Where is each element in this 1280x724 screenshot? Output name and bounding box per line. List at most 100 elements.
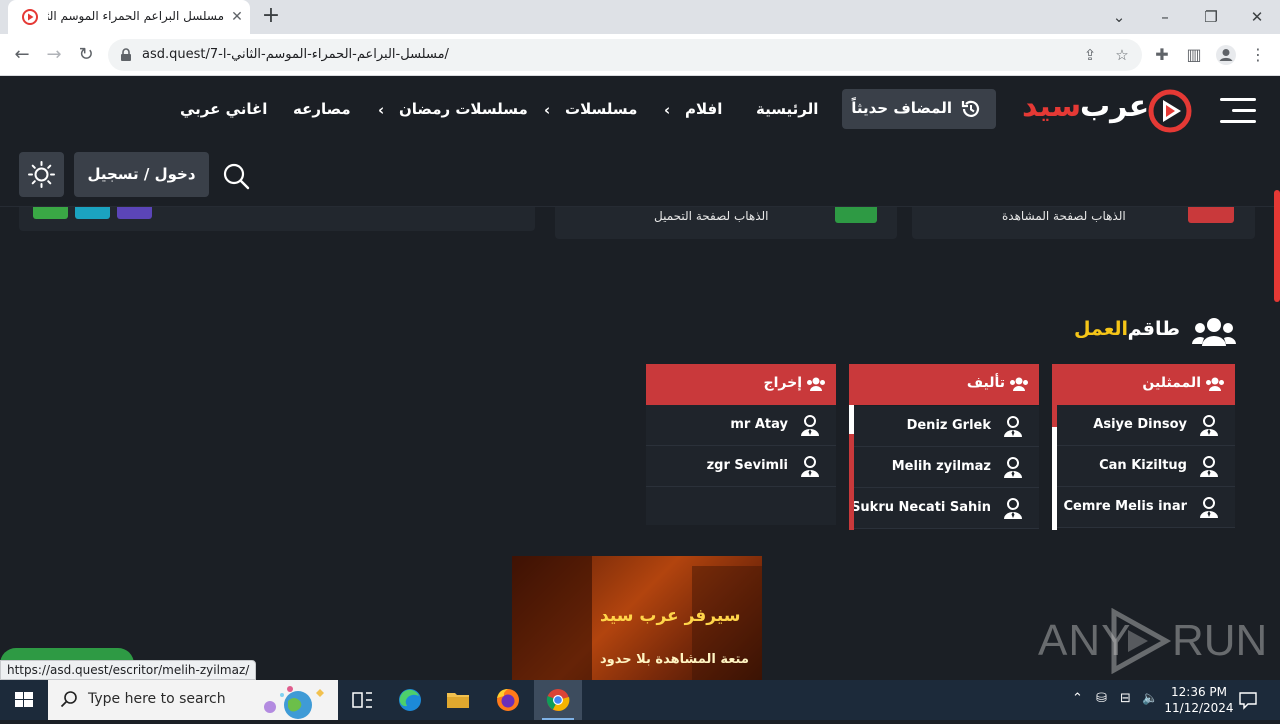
restore-button[interactable]: ❐ <box>1196 4 1226 30</box>
profile-avatar-icon[interactable] <box>1214 43 1238 67</box>
download-panel[interactable]: الذهاب لصفحة التحميل <box>555 207 897 239</box>
column-scroll-track <box>1052 427 1057 530</box>
crew-row[interactable]: Melih zyilmaz <box>849 447 1039 488</box>
download-link-text[interactable]: الذهاب لصفحة التحميل <box>654 209 769 223</box>
crew-row-empty <box>646 487 836 525</box>
anyrun-watermark: ANY RUN <box>1038 608 1267 674</box>
crew-row[interactable]: Deniz Grlek <box>849 406 1039 447</box>
edge-browser-icon[interactable] <box>386 680 434 720</box>
share-chip-purple[interactable] <box>117 207 152 219</box>
crew-person-name[interactable]: mr Atay <box>730 417 788 432</box>
nav-series[interactable]: مسلسلات <box>565 100 637 118</box>
lock-icon <box>121 48 131 61</box>
user-tie-icon <box>1004 498 1022 519</box>
clock-time: 12:36 PM <box>1171 685 1227 699</box>
login-register-button[interactable]: دخول / تسجيل <box>74 152 209 197</box>
tray-device-icon[interactable]: ⛁ <box>1096 691 1107 706</box>
network-icon[interactable]: ⊟ <box>1120 691 1131 706</box>
notifications-icon[interactable] <box>1238 690 1258 710</box>
crew-person-name[interactable]: Asiye Dinsoy <box>1093 417 1187 432</box>
chrome-icon[interactable] <box>534 680 582 720</box>
back-icon[interactable]: ← <box>10 43 34 67</box>
crew-person-name[interactable]: Melih zyilmaz <box>892 459 991 474</box>
crew-person-name[interactable]: Can Kiziltug <box>1099 458 1187 473</box>
new-tab-button[interactable]: + <box>260 5 282 28</box>
theme-toggle-button[interactable] <box>19 152 64 197</box>
search-icon[interactable] <box>222 162 250 190</box>
browser-tab-strip: مسلسل البراعم الحمراء الموسم الثا ✕ + ⌄ … <box>0 0 1280 34</box>
tab-search-icon[interactable]: ⌄ <box>1104 4 1134 30</box>
crew-row[interactable]: Sukru Necati Sahin <box>849 488 1039 529</box>
page-scrollbar-thumb[interactable] <box>1274 190 1280 302</box>
watch-panel[interactable]: الذهاب لصفحة المشاهدة <box>912 207 1255 239</box>
nav-wrestling[interactable]: مصارعه <box>293 100 351 118</box>
browser-menu-icon[interactable]: ⋮ <box>1246 43 1270 67</box>
windows-taskbar: Type here to search ⌃ ⛁ ⊟ 🔈 12:36 PM 11/… <box>0 680 1280 720</box>
bookmark-star-icon[interactable]: ☆ <box>1112 45 1132 65</box>
tray-chevron-icon[interactable]: ⌃ <box>1072 691 1083 706</box>
logo-text-main: عرب <box>1080 89 1150 124</box>
recently-added-label: المضاف حديثاً <box>851 99 952 117</box>
crew-row[interactable]: Cemre Melis inar <box>1052 487 1235 528</box>
address-bar[interactable]: asd.quest/7-مسلسل-البراعم-الحمراء-الموسم… <box>108 39 1142 71</box>
crew-person-name[interactable]: Deniz Grlek <box>907 418 991 433</box>
users-icon <box>1206 377 1224 391</box>
chevron-left-icon: ‹ <box>544 101 551 119</box>
url-text: asd.quest/7-مسلسل-البراعم-الحمراء-الموسم… <box>142 47 449 62</box>
crew-column-writing: تأليف Deniz Grlek Melih zyilmaz Sukru Ne… <box>849 364 1039 529</box>
crew-row[interactable]: Can Kiziltug <box>1052 446 1235 487</box>
menu-icon[interactable] <box>1220 98 1256 124</box>
browser-tab[interactable]: مسلسل البراعم الحمراء الموسم الثا ✕ <box>8 0 250 34</box>
nav-home[interactable]: الرئيسية <box>756 100 818 118</box>
browser-toolbar: ← → ↻ asd.quest/7-مسلسل-البراعم-الحمراء-… <box>0 34 1280 76</box>
share-chip-teal[interactable] <box>75 207 110 219</box>
nav-movies[interactable]: افلام <box>685 100 722 118</box>
crew-person-name[interactable]: Cemre Melis inar <box>1064 499 1187 514</box>
side-panel-icon[interactable]: ▥ <box>1182 43 1206 67</box>
recently-added-button[interactable]: المضاف حديثاً <box>842 89 996 129</box>
column-scroll-indicator <box>849 434 854 530</box>
firefox-icon[interactable] <box>482 680 530 720</box>
crew-column-header: تأليف <box>849 364 1039 405</box>
crew-column-cast: الممثلين Asiye Dinsoy Can Kiziltug Cemre… <box>1052 364 1235 528</box>
minimize-button[interactable]: – <box>1150 4 1180 30</box>
extensions-icon[interactable]: ✚ <box>1150 43 1174 67</box>
reload-icon[interactable]: ↻ <box>74 43 98 67</box>
crew-person-name[interactable]: zgr Sevimli <box>707 458 788 473</box>
crew-row[interactable]: mr Atay <box>646 405 836 446</box>
file-explorer-icon[interactable] <box>434 680 482 720</box>
crew-row[interactable]: Asiye Dinsoy <box>1052 405 1235 446</box>
start-button[interactable] <box>0 680 48 720</box>
site-header: سيد عرب المضاف حديثاً الرئيسية افلام ‹ م… <box>0 77 1280 207</box>
crew-column-header: الممثلين <box>1052 364 1235 405</box>
logo-play-icon <box>1148 89 1192 133</box>
user-tie-icon <box>1004 457 1022 478</box>
close-window-button[interactable]: ✕ <box>1242 4 1272 30</box>
tab-close-icon[interactable]: ✕ <box>228 8 246 26</box>
forward-icon[interactable]: → <box>42 43 66 67</box>
crew-row[interactable]: zgr Sevimli <box>646 446 836 487</box>
volume-icon[interactable]: 🔈 <box>1142 691 1158 706</box>
server-promo-banner[interactable]: سيرفر عرب سيد متعة المشاهدة بلا حدود <box>512 556 762 680</box>
taskbar-clock[interactable]: 12:36 PM 11/12/2024 <box>1162 684 1236 716</box>
windows-logo-icon <box>15 692 33 707</box>
watch-link-text[interactable]: الذهاب لصفحة المشاهدة <box>1002 209 1126 223</box>
share-chip-green[interactable] <box>33 207 68 219</box>
nav-ramadan-series[interactable]: مسلسلات رمضان <box>399 100 528 118</box>
site-favicon-icon <box>22 9 38 25</box>
site-logo[interactable]: سيد عرب <box>1020 85 1195 137</box>
search-highlight-art-icon <box>264 686 324 719</box>
user-tie-icon <box>1200 415 1218 436</box>
search-icon <box>60 691 77 708</box>
crew-title-main: طاقم <box>1127 318 1180 340</box>
link-status-bar: https://asd.quest/escritor/melih-zyilmaz… <box>0 660 257 680</box>
share-icon[interactable]: ⇪ <box>1080 45 1100 65</box>
user-tie-icon <box>1200 456 1218 477</box>
nav-arabic-songs[interactable]: اغاني عربي <box>180 100 267 118</box>
banner-headline: سيرفر عرب سيد <box>600 606 741 626</box>
watermark-play-icon <box>1111 608 1172 674</box>
banner-figure-left <box>512 556 592 680</box>
chevron-left-icon: ‹ <box>378 101 385 119</box>
crew-person-name[interactable]: Sukru Necati Sahin <box>851 500 991 515</box>
task-view-icon[interactable] <box>338 680 386 720</box>
